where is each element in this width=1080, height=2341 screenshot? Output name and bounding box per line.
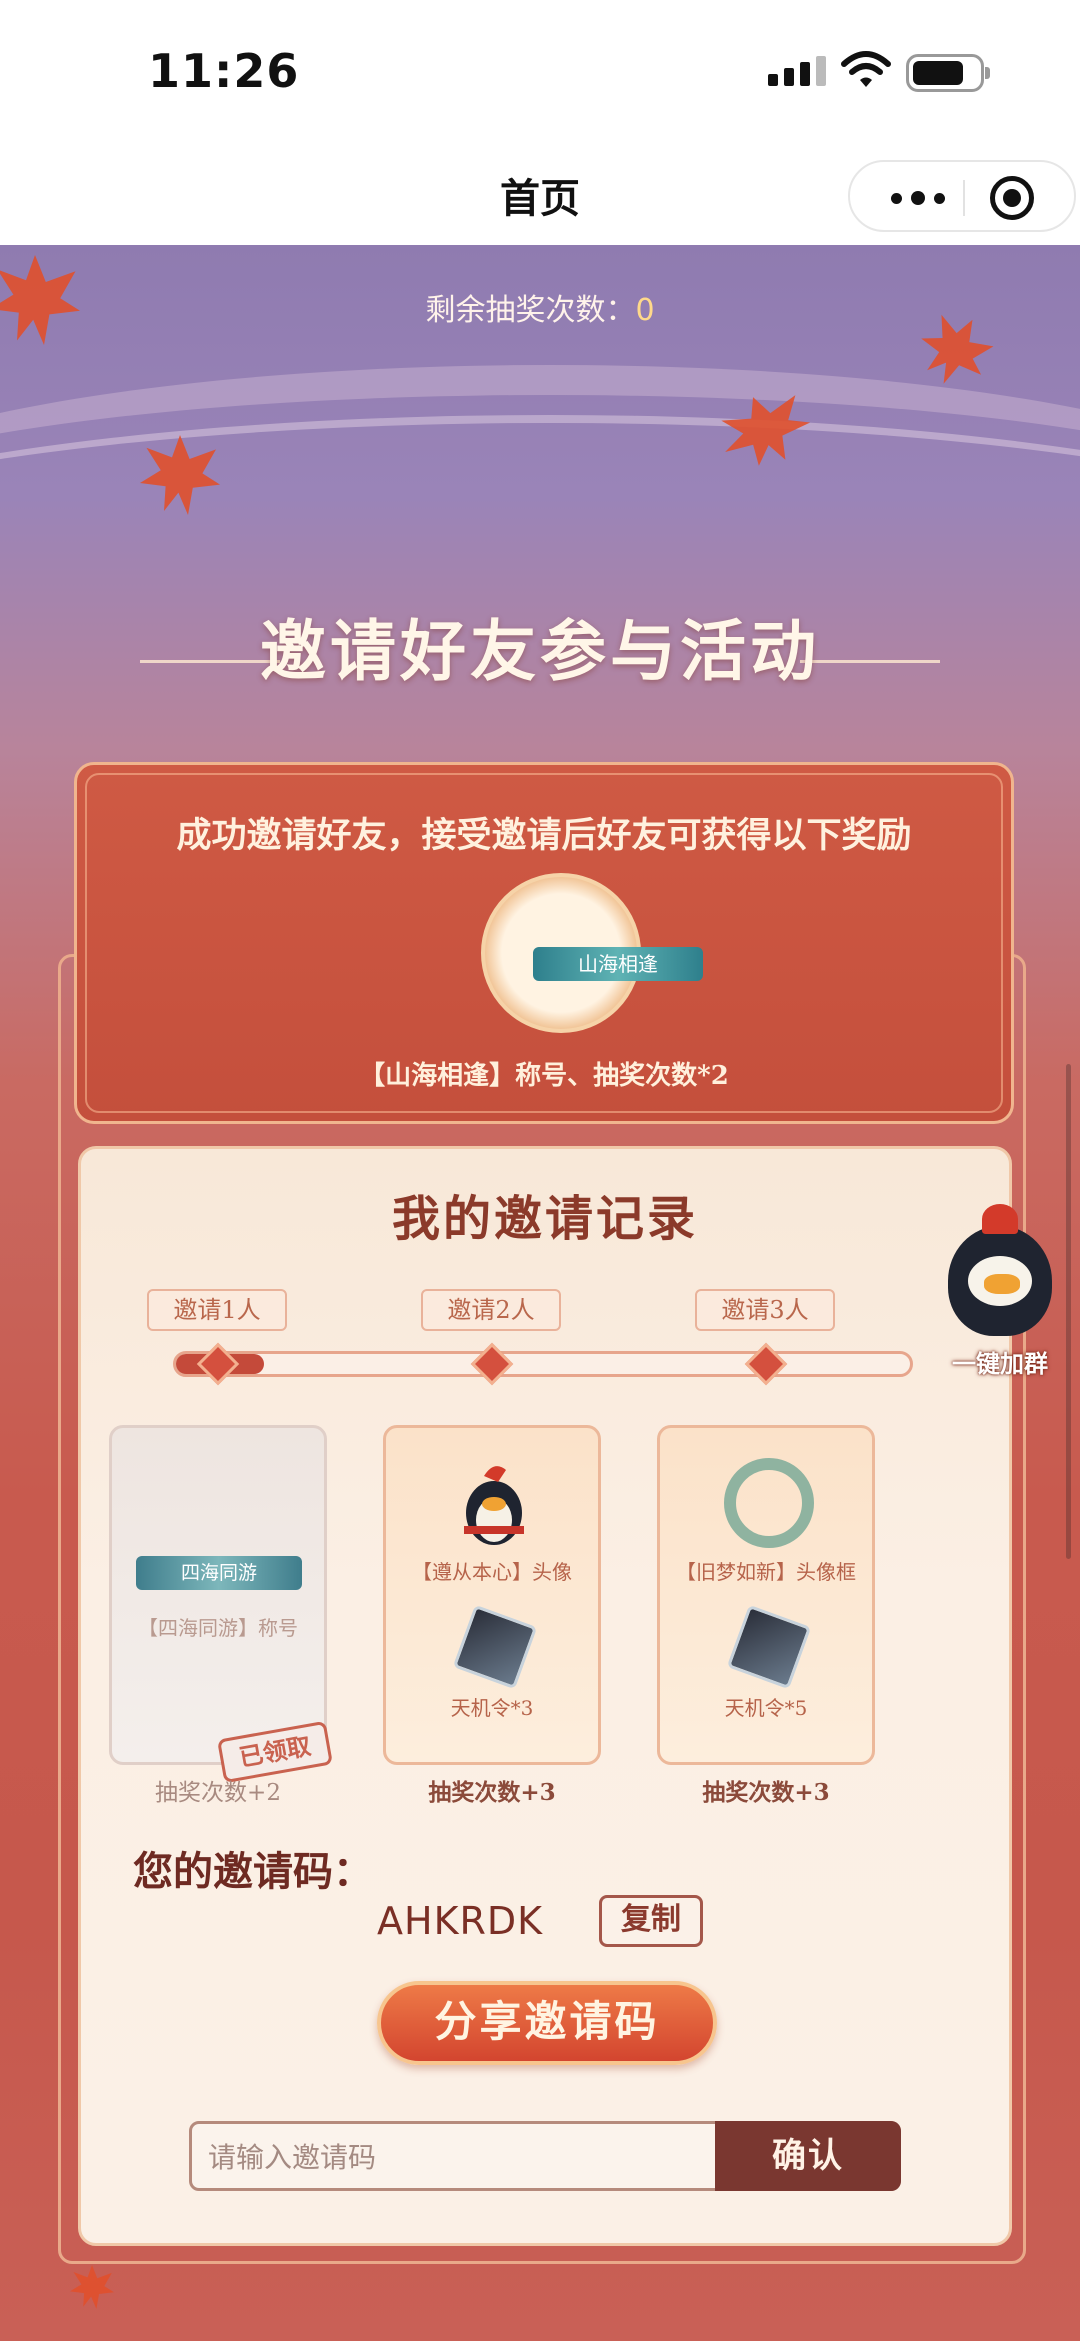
tianji-token-icon [452, 1604, 538, 1690]
tier-3-bonus: 抽奖次数+3 [702, 1779, 830, 1806]
invite-code-value: AHKRDK [377, 1899, 544, 1943]
join-group-label: 一键加群 [952, 1349, 1048, 1378]
section-title: 邀请好友参与活动 [260, 612, 820, 690]
title-badge: 山海相逢 [533, 947, 703, 981]
wifi-icon [841, 51, 891, 87]
progress-node-1 [196, 1342, 240, 1386]
join-group-mascot[interactable]: 一键加群 [930, 1196, 1070, 1378]
invite-code-input-group: 确认 [189, 2121, 901, 2191]
step-tag-3: 邀请3人 [695, 1289, 835, 1331]
more-icon[interactable] [876, 184, 960, 212]
records-title: 我的邀请记录 [391, 1191, 698, 1247]
progress-node-3 [744, 1342, 788, 1386]
reward-item-label: 天机令*5 [724, 1696, 808, 1720]
penguin-avatar-icon [464, 1466, 524, 1545]
invite-code-input[interactable] [206, 2132, 706, 2182]
tianji-token-icon [726, 1604, 812, 1690]
cellular-signal-icon [768, 56, 826, 86]
reward-tier-3[interactable]: 【旧梦如新】头像框 天机令*5 [657, 1425, 875, 1765]
copy-button[interactable]: 复制 [599, 1895, 703, 1947]
reward-item-label: 【遵从本心】头像 [412, 1560, 572, 1584]
confirm-button[interactable]: 确认 [715, 2121, 901, 2191]
invite-progress-track [173, 1351, 913, 1377]
capsule-divider [963, 180, 965, 216]
friend-reward-card: 成功邀请好友，接受邀请后好友可获得以下奖励 山海相逢 【山海相逢】称号、抽奖次数… [74, 762, 1014, 1124]
invite-code-label: 您的邀请码： [133, 1848, 373, 1895]
tier-2-bonus: 抽奖次数+3 [428, 1779, 556, 1806]
scrollbar[interactable] [1066, 1064, 1071, 1559]
avatar-frame-icon [724, 1458, 814, 1548]
reward-tier-2[interactable]: 【遵从本心】头像 天机令*3 [383, 1425, 601, 1765]
miniprogram-capsule [848, 160, 1076, 232]
progress-node-2 [470, 1342, 514, 1386]
tier-1-bonus: 抽奖次数+2 [155, 1780, 281, 1806]
reward-item-label: 【旧梦如新】头像框 [676, 1560, 856, 1584]
title-banner: 四海同游 [136, 1556, 302, 1590]
status-time: 11:26 [148, 44, 300, 98]
maple-leaf-icon [70, 2265, 114, 2309]
reward-item-label: 【四海同游】称号 [138, 1616, 298, 1640]
reward-description: 【山海相逢】称号、抽奖次数*2 [359, 1061, 729, 1091]
status-bar: 11:26 [0, 0, 1080, 140]
share-invite-code-button[interactable]: 分享邀请码 [377, 1981, 717, 2065]
mascot-beak [984, 1274, 1020, 1294]
reward-item-label: 天机令*3 [450, 1696, 534, 1720]
step-tag-1: 邀请1人 [147, 1289, 287, 1331]
reward-card-title: 成功邀请好友，接受邀请后好友可获得以下奖励 [176, 815, 912, 856]
remaining-draws: 剩余抽奖次数：0 [0, 285, 1080, 329]
mascot-hat [982, 1204, 1018, 1234]
step-tag-2: 邀请2人 [421, 1289, 561, 1331]
remaining-draws-label: 剩余抽奖次数： [425, 293, 636, 328]
close-miniprogram-icon[interactable] [990, 176, 1034, 220]
reward-tier-1[interactable]: 四海同游 【四海同游】称号 已领取 [109, 1425, 333, 1784]
nav-bar: 首页 [0, 140, 1080, 245]
battery-icon [906, 54, 990, 92]
invite-records-panel: 我的邀请记录 邀请1人 邀请2人 邀请3人 四海同游 【四海同游】称号 已领取 … [78, 1146, 1012, 2246]
remaining-draws-count: 0 [635, 293, 655, 328]
